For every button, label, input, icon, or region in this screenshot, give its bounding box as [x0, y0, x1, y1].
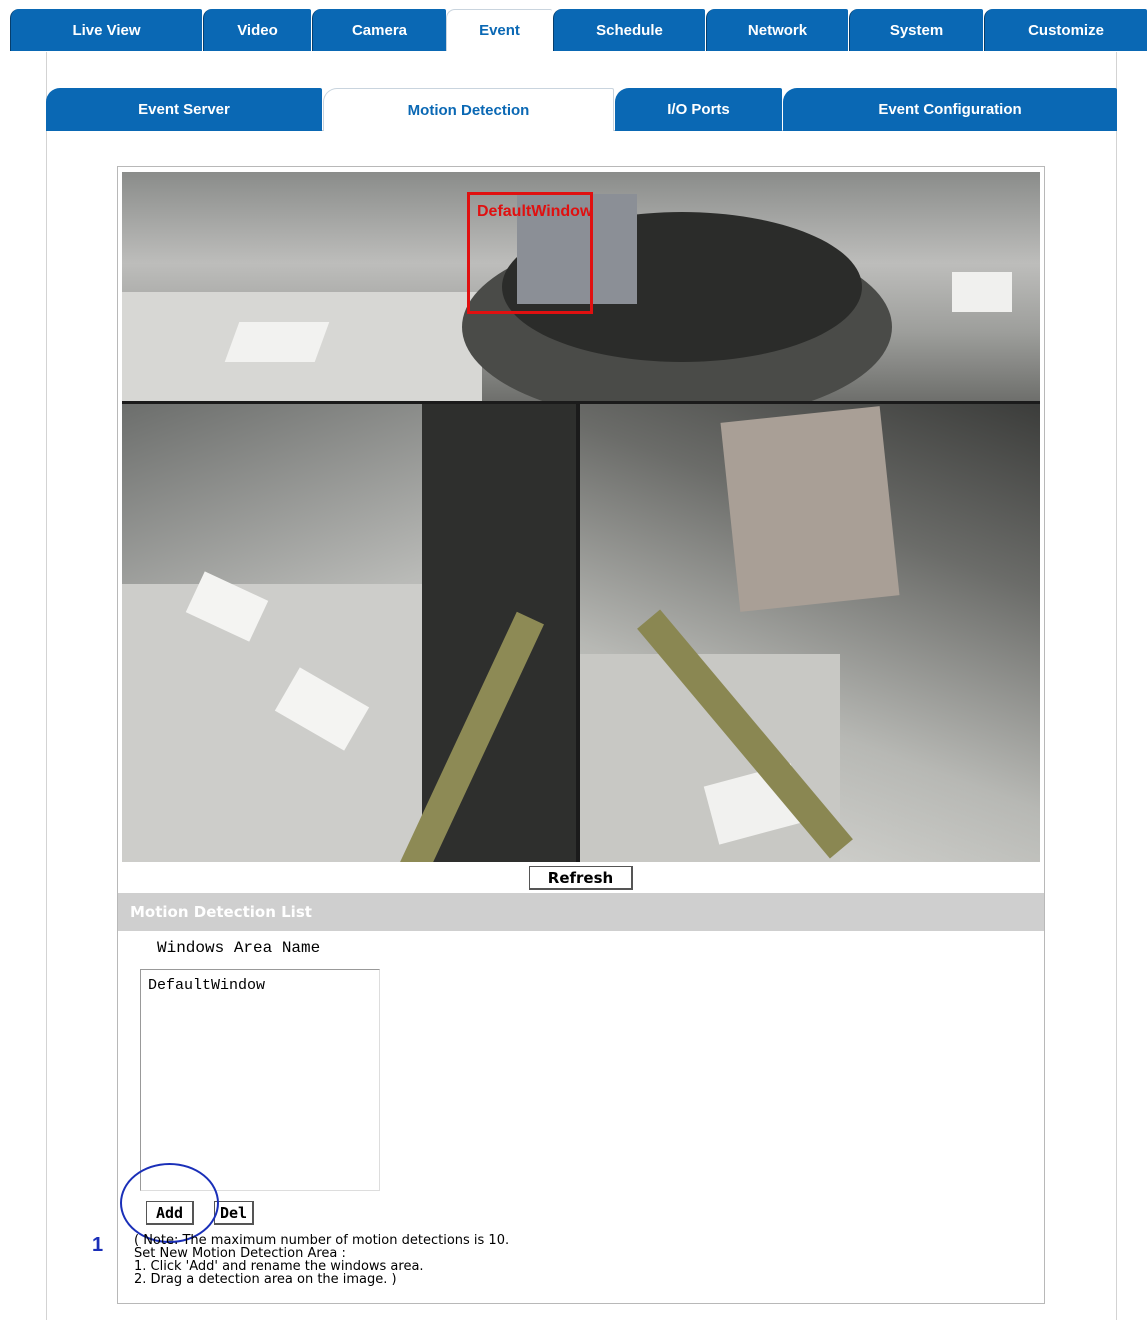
floor-area: [122, 584, 422, 862]
subtab-io-ports[interactable]: I/O Ports: [615, 88, 782, 131]
motion-window-default[interactable]: DefaultWindow: [467, 192, 593, 314]
subtab-event-server[interactable]: Event Server: [46, 88, 322, 131]
tab-schedule[interactable]: Schedule: [553, 9, 705, 51]
light-patch: [952, 272, 1012, 312]
monitor: [720, 406, 900, 612]
tab-event[interactable]: Event: [446, 9, 552, 51]
annotation-step-number: 1: [92, 1234, 104, 1256]
tab-customize[interactable]: Customize: [984, 9, 1147, 51]
annotation-circle: [120, 1163, 219, 1243]
camera-pane-panorama[interactable]: DefaultWindow: [122, 172, 1040, 401]
refresh-button[interactable]: Refresh: [529, 866, 633, 890]
tab-video[interactable]: Video: [203, 9, 311, 51]
list-item[interactable]: DefaultWindow: [148, 977, 265, 994]
tab-camera[interactable]: Camera: [312, 9, 446, 51]
subtab-event-configuration[interactable]: Event Configuration: [783, 88, 1117, 131]
windows-area-listbox[interactable]: DefaultWindow: [140, 969, 380, 1191]
light-patch: [224, 322, 330, 362]
motion-window-label: DefaultWindow: [477, 203, 593, 220]
windows-area-name-label: Windows Area Name: [157, 939, 321, 957]
top-nav: Live View Video Camera Event Schedule Ne…: [10, 9, 1147, 51]
camera-pane-right[interactable]: [580, 404, 1040, 862]
note-line: 2. Drag a detection area on the image. ): [134, 1272, 397, 1287]
motion-list-header: Motion Detection List: [118, 893, 1044, 931]
tab-network[interactable]: Network: [706, 9, 848, 51]
camera-pane-left[interactable]: [122, 404, 576, 862]
tab-system[interactable]: System: [849, 9, 983, 51]
instructions-note: ( Note: The maximum number of motion det…: [134, 1234, 734, 1286]
tab-live-view[interactable]: Live View: [10, 9, 202, 51]
subtab-motion-detection[interactable]: Motion Detection: [323, 88, 614, 131]
del-button[interactable]: Del: [214, 1201, 254, 1225]
sub-nav: Event Server Motion Detection I/O Ports …: [46, 88, 1117, 131]
camera-preview[interactable]: DefaultWindow: [122, 172, 1040, 862]
